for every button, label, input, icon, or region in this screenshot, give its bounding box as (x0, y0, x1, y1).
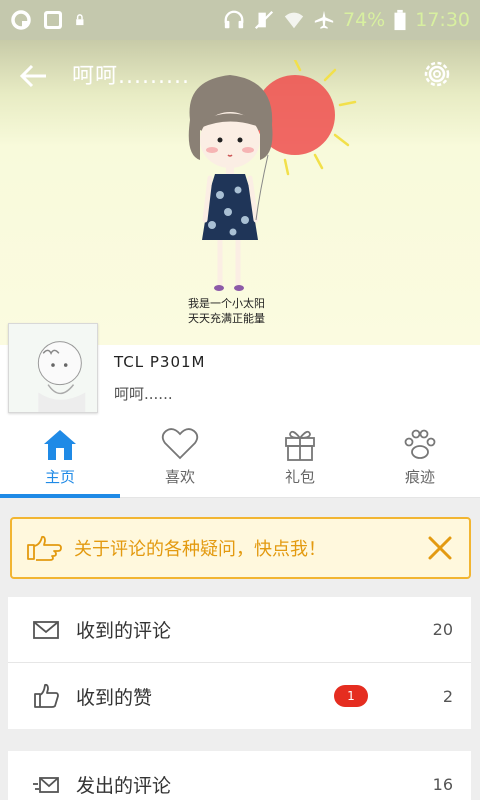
list-item-sent-comments[interactable]: 发出的评论 16 (8, 751, 471, 800)
thumbs-up-icon (34, 683, 59, 708)
tab-label: 礼包 (284, 468, 315, 486)
tab-label: 痕迹 (404, 468, 435, 486)
sent-list-group: 发出的评论 16 (8, 751, 471, 800)
unread-badge: 1 (334, 685, 368, 707)
illustration-caption: 我是一个小太阳 天天充满正能量 (188, 297, 265, 325)
square-app-icon (44, 11, 62, 29)
send-mail-icon (33, 777, 59, 793)
lock-icon (76, 14, 84, 26)
comment-faq-notice[interactable]: 关于评论的各种疑问，快点我！ (10, 517, 471, 579)
tab-label: 主页 (44, 468, 75, 486)
list-item-label: 收到的赞 (76, 686, 153, 709)
back-arrow-icon[interactable] (18, 60, 50, 92)
wifi-icon (284, 12, 304, 29)
battery-icon (394, 9, 406, 31)
list-item-label: 收到的评论 (76, 620, 172, 642)
gift-icon (285, 430, 315, 461)
profile-banner: 呵呵......... 我是一个小太阳 天天充满正能量 (0, 40, 480, 345)
profile-tabs: 主页 喜欢 礼包 痕迹 (0, 420, 480, 498)
list-item-count: 16 (432, 774, 453, 794)
airplane-icon (314, 10, 334, 29)
user-signature: 呵呵...... (114, 385, 173, 403)
close-icon[interactable] (427, 535, 453, 561)
list-item-count: 20 (432, 620, 453, 639)
list-item-count: 2 (442, 686, 453, 706)
list-item-received-likes[interactable]: 收到的赞 1 2 (8, 663, 471, 729)
heart-icon (161, 428, 199, 460)
notice-text: 关于评论的各种疑问，快点我！ (74, 539, 326, 560)
gear-icon[interactable] (420, 57, 454, 91)
tab-traces[interactable]: 痕迹 (360, 420, 480, 497)
device-name: TCL P301M (114, 353, 206, 371)
q-app-icon (11, 10, 31, 30)
headphones-icon (224, 10, 244, 29)
mute-icon (254, 10, 274, 30)
pointing-hand-icon (27, 535, 62, 561)
tab-gifts[interactable]: 礼包 (240, 420, 360, 497)
mail-icon (33, 620, 59, 639)
clock-time: 17:30 (415, 9, 470, 31)
comment-list-group: 收到的评论 20 收到的赞 1 2 (8, 597, 471, 729)
battery-percent: 74% (343, 9, 386, 31)
list-item-label: 发出的评论 (76, 774, 172, 797)
tab-likes[interactable]: 喜欢 (120, 420, 240, 497)
avatar-image (9, 324, 97, 412)
profile-row: TCL P301M 呵呵...... (0, 323, 480, 420)
tab-home[interactable]: 主页 (0, 420, 120, 498)
home-icon (44, 430, 76, 460)
avatar[interactable] (8, 323, 98, 413)
status-bar: 74% 17:30 (0, 0, 480, 40)
tab-label: 喜欢 (164, 468, 195, 486)
paw-icon (404, 429, 436, 459)
list-item-received-comments[interactable]: 收到的评论 20 (8, 597, 471, 663)
